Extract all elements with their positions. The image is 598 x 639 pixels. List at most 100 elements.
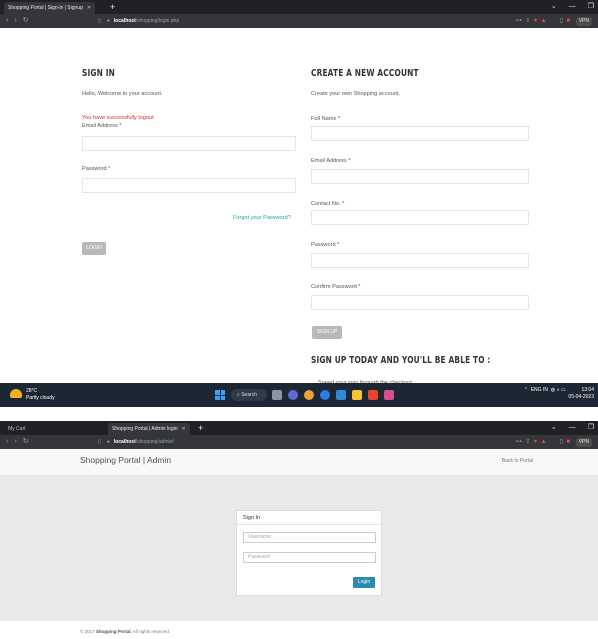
region-text: IN	[542, 387, 548, 393]
footer-rights: . All rights reserved.	[130, 629, 171, 634]
email-label: Email Address *	[82, 123, 122, 129]
signup-password-label: Password *	[311, 242, 340, 248]
close-tab-icon[interactable]: ✕	[182, 426, 186, 432]
chat-icon[interactable]	[288, 390, 298, 400]
share-icon[interactable]: ⇪	[525, 439, 530, 445]
browser-extensions: ⊶ ⇪ ♥ ▲ ▯ ■ VPN	[516, 14, 592, 28]
url-field[interactable]: ▯ ● localhost/shopping/admin/	[98, 437, 458, 447]
browser-tab-bar: Shopping Portal | Sign-in | Signup ✕ + ⌄ —…	[0, 0, 598, 14]
store-icon[interactable]	[336, 390, 346, 400]
new-tab-icon[interactable]: +	[198, 422, 203, 434]
key-icon[interactable]: ⊶	[516, 18, 522, 24]
info-icon[interactable]: ●	[107, 439, 110, 445]
reload-icon[interactable]: ↻	[23, 17, 35, 24]
fullname-label: Full Name *	[311, 116, 341, 122]
task-view-icon[interactable]	[272, 390, 282, 400]
vpn-badge[interactable]: VPN	[575, 17, 592, 26]
temperature: 28°C	[26, 388, 38, 394]
windows-start-icon[interactable]	[215, 390, 225, 400]
email-field[interactable]	[82, 136, 296, 151]
edge-icon[interactable]	[320, 390, 330, 400]
minimize-icon[interactable]: —	[569, 424, 576, 431]
sidebar-icon[interactable]: ▯	[560, 439, 563, 445]
page-icon: ▯	[98, 18, 101, 24]
forgot-password-link[interactable]: Forgot your Password?	[233, 215, 291, 221]
browser-tab-active[interactable]: Shopping Portal | Admin login ✕	[108, 423, 190, 435]
share-icon[interactable]: ⇪	[525, 18, 530, 24]
browser-tab-active[interactable]: Shopping Portal | Sign-in | Signup ✕	[4, 2, 96, 14]
confirm-password-field[interactable]	[311, 295, 529, 310]
maximize-icon[interactable]: ❐	[588, 3, 594, 10]
signup-heading: CREATE A NEW ACCOUNT	[311, 68, 419, 79]
maximize-icon[interactable]: ❐	[588, 424, 594, 431]
benefits-heading: SIGN UP TODAY AND YOU'LL BE ABLE TO :	[311, 355, 491, 366]
welcome-text: Hello, Welcome to your account.	[82, 91, 163, 97]
chevron-down-icon[interactable]: ⌄	[551, 3, 557, 10]
tab-title: Shopping Portal | Sign-in | Signup	[8, 5, 83, 11]
wallet-icon[interactable]: ■	[566, 18, 570, 24]
rewards-icon[interactable]: ▲	[540, 18, 546, 24]
url-path: /shopping/admin/	[135, 439, 174, 445]
brave-shield-icon[interactable]: ♥	[534, 439, 538, 445]
rewards-icon[interactable]: ▲	[540, 439, 546, 445]
url-field[interactable]: ▯ ● localhost/shopping/login.php	[98, 16, 458, 26]
volume-icon[interactable]: ◖	[556, 387, 559, 393]
battery-icon[interactable]: ▭	[561, 387, 566, 393]
brave-icon[interactable]	[368, 390, 378, 400]
back-to-portal-link[interactable]: Back to Portal	[502, 458, 533, 464]
screenshot-admin-login: My Cart Shopping Portal | Admin login ✕ +…	[0, 421, 598, 639]
logout-message: You have successfully logout	[82, 115, 154, 121]
url-path: /shopping/login.php	[135, 18, 180, 24]
admin-navbar: Shopping Portal | Admin Back to Portal	[0, 449, 598, 476]
browser-tab-inactive[interactable]: My Cart	[4, 423, 30, 435]
url-host: localhost	[113, 18, 136, 24]
weather-condition: Partly cloudy	[26, 395, 55, 401]
chevron-up-icon[interactable]: ⌃	[524, 387, 528, 393]
vpn-badge[interactable]: VPN	[575, 438, 592, 447]
signup-email-field[interactable]	[311, 169, 529, 184]
admin-login-button[interactable]: Login	[353, 577, 375, 588]
reload-icon[interactable]: ↻	[23, 438, 35, 445]
chrome-icon[interactable]	[304, 390, 314, 400]
date-text: 05-04-2023	[568, 394, 594, 400]
language-indicator[interactable]: ENG IN	[531, 387, 548, 393]
admin-brand[interactable]: Shopping Portal | Admin	[80, 455, 171, 465]
admin-password-field[interactable]: Password	[243, 552, 376, 563]
password-field[interactable]	[82, 178, 296, 193]
windows-taskbar: 28°C Partly cloudy ⌕ Search ⌃ ENG IN ◍ ◖ …	[0, 383, 598, 407]
forward-icon[interactable]: ›	[14, 17, 22, 24]
info-icon[interactable]: ●	[107, 18, 110, 24]
window-controls: ⌄ — ❐	[539, 0, 594, 14]
contact-field[interactable]	[311, 210, 529, 225]
clock[interactable]: 13:04 05-04-2023	[568, 387, 594, 401]
taskbar-search[interactable]: ⌕ Search	[231, 389, 267, 401]
minimize-icon[interactable]: —	[569, 3, 576, 10]
contact-label: Contact No. *	[311, 201, 345, 207]
nav-buttons: ‹›↻	[6, 435, 35, 449]
fullname-field[interactable]	[311, 126, 529, 141]
wifi-icon[interactable]: ◍	[551, 387, 555, 393]
forward-icon[interactable]: ›	[14, 438, 22, 445]
sidebar-icon[interactable]: ▯	[560, 18, 563, 24]
close-tab-icon[interactable]: ✕	[87, 5, 91, 11]
system-tray: ⌃ ENG IN ◍ ◖ ▭ 13:04 05-04-2023	[524, 387, 594, 401]
footer-copyright: © 2017	[80, 629, 95, 634]
file-explorer-icon[interactable]	[352, 390, 362, 400]
brave-shield-icon[interactable]: ♥	[534, 18, 538, 24]
screenshot-login-page: Shopping Portal | Sign-in | Signup ✕ + ⌄ —…	[0, 0, 598, 407]
new-tab-icon[interactable]: +	[110, 1, 115, 13]
chevron-down-icon[interactable]: ⌄	[551, 424, 557, 431]
password-label: Password *	[82, 166, 111, 172]
app-icon[interactable]	[384, 390, 394, 400]
url-host: localhost	[113, 439, 136, 445]
wallet-icon[interactable]: ■	[566, 439, 570, 445]
key-icon[interactable]: ⊶	[516, 439, 522, 445]
window-controls: ⌄ — ❐	[539, 421, 594, 435]
signin-panel: Sign In Username Password Login	[236, 510, 382, 596]
signup-button[interactable]: SIGN UP	[312, 326, 342, 339]
login-button[interactable]: LOGIN	[82, 242, 106, 255]
signup-password-field[interactable]	[311, 253, 529, 268]
signin-panel-title: Sign In	[237, 511, 381, 525]
admin-footer: © 2017 Shopping Portal. All rights reser…	[80, 629, 170, 634]
username-field[interactable]: Username	[243, 532, 376, 543]
